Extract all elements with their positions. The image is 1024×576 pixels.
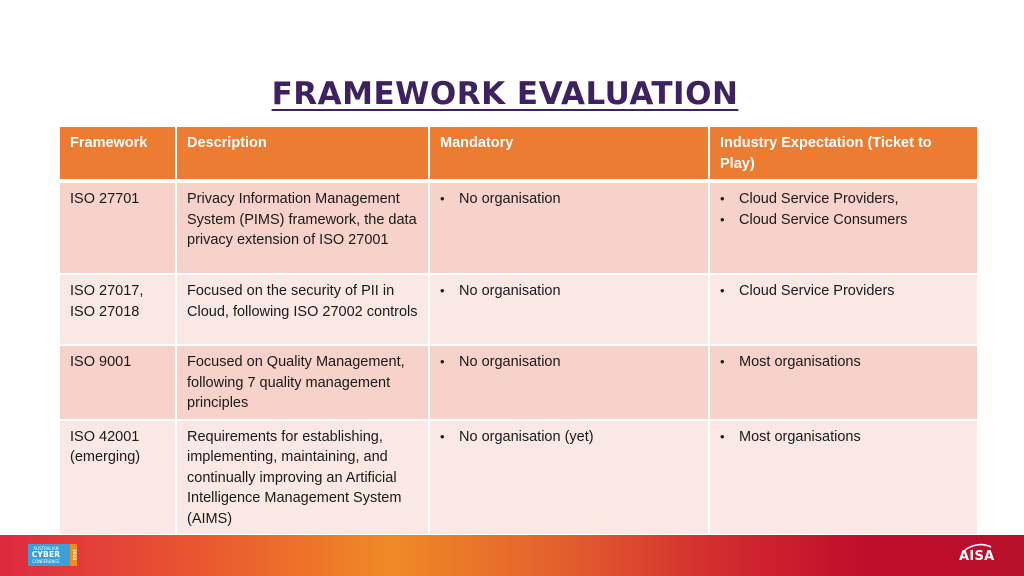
acc-logo-year: 2024 [70,544,77,566]
slide-title: FRAMEWORK EVALUATION [271,76,739,112]
table-header-row: Framework Description Mandatory Industry… [58,125,979,183]
bullet-icon: • [440,428,445,444]
cell-framework: ISO 27701 [58,180,177,275]
mandatory-list: • No organisation [440,352,698,373]
list-item-text: Cloud Service Consumers [739,211,908,228]
cell-mandatory: • No organisation [428,344,710,421]
mandatory-list: • No organisation (yet) [440,427,698,448]
industry-list: • Most organisations [720,427,967,448]
cell-framework: ISO 9001 [58,344,177,421]
acc-logo-line3: CONFERENCE [32,559,60,564]
list-item: • No organisation (yet) [440,427,698,448]
mandatory-list: • No organisation [440,281,698,302]
framework-table: Framework Description Mandatory Industry… [58,125,979,536]
mandatory-list: • No organisation [440,189,698,210]
aisa-logo-text: AISA [959,549,995,564]
cell-mandatory: • No organisation [428,273,710,346]
cell-industry-expectation: • Cloud Service Providers [708,273,979,346]
list-item: • Cloud Service Providers, [720,189,967,210]
industry-list: • Cloud Service Providers, • Cloud Service… [720,189,967,230]
list-item: • No organisation [440,189,698,210]
header-framework: Framework [58,125,177,183]
header-industry-expectation: Industry Expectation (Ticket to Play) [708,125,979,183]
australian-cyber-conference-logo: AUSTRALIAN CYBER CONFERENCE 2024 [28,544,77,566]
list-item-text: No organisation [459,354,561,370]
industry-list: • Most organisations [720,352,967,373]
list-item: • No organisation [440,281,698,302]
aisa-logo: AISA [957,543,997,567]
bullet-icon: • [720,354,725,369]
header-mandatory: Mandatory [428,125,710,183]
industry-list: • Cloud Service Providers [720,281,967,302]
table-row: ISO 42001 (emerging) Requirements for es… [58,418,979,536]
cell-industry-expectation: • Most organisations [708,344,979,421]
bullet-icon: • [440,191,445,206]
list-item-text: Cloud Service Providers, [739,191,899,207]
bullet-icon: • [720,428,725,444]
list-item-text: No organisation [459,191,561,207]
list-item-text: No organisation (yet) [459,428,594,445]
cell-description: Privacy Information Management System (P… [175,180,430,275]
cell-mandatory: • No organisation [428,180,710,275]
table-row: ISO 9001 Focused on Quality Management, … [58,344,979,421]
list-item-text: Most organisations [739,428,861,445]
footer-bar [0,535,1024,576]
acc-logo-line2: CYBER [31,550,61,559]
cell-description: Requirements for establishing, implement… [175,418,430,536]
list-item: • Cloud Service Providers [720,281,967,302]
bullet-icon: • [440,283,445,298]
cell-framework: ISO 27017, ISO 27018 [58,273,177,346]
list-item: • Cloud Service Consumers [720,210,967,231]
list-item: • No organisation [440,352,698,373]
acc-logo-text: AUSTRALIAN CYBER CONFERENCE [28,546,64,564]
cell-industry-expectation: • Cloud Service Providers, • Cloud Service… [708,180,979,275]
bullet-icon: • [440,354,445,369]
cell-industry-expectation: • Most organisations [708,418,979,536]
cell-mandatory: • No organisation (yet) [428,418,710,536]
table-row: ISO 27701 Privacy Information Management… [58,180,979,275]
bullet-icon: • [720,283,725,298]
cell-framework: ISO 42001 (emerging) [58,418,177,536]
bullet-icon: • [720,191,725,206]
list-item-text: Cloud Service Providers [739,283,895,299]
list-item-text: No organisation [459,283,561,299]
table-row: ISO 27017, ISO 27018 Focused on the secu… [58,273,979,346]
header-description: Description [175,125,430,183]
list-item-text: Most organisations [739,354,861,370]
bullet-icon: • [720,211,725,227]
cell-description: Focused on Quality Management, following… [175,344,430,421]
cell-description: Focused on the security of PII in Cloud,… [175,273,430,346]
list-item: • Most organisations [720,352,967,373]
list-item: • Most organisations [720,427,967,448]
